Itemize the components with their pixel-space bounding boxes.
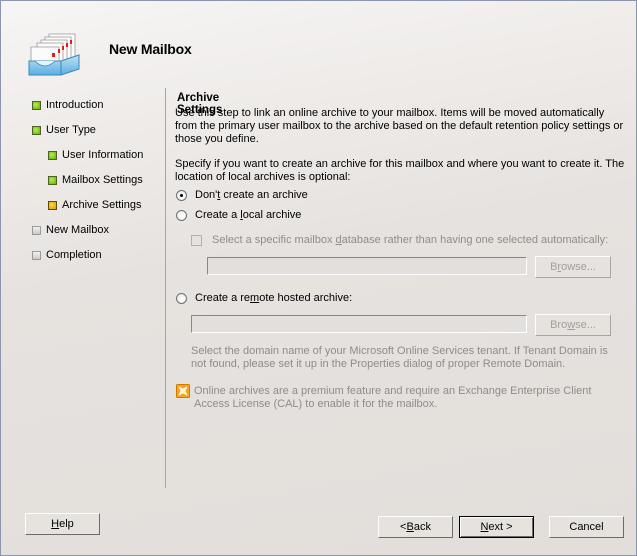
step-pending-icon (32, 225, 41, 235)
nav-step-label: User Type (46, 124, 96, 136)
specific-database-checkbox[interactable] (191, 234, 202, 246)
radio-label: Don't create an archive (195, 189, 308, 201)
help-button[interactable]: Help (25, 513, 100, 535)
radio-create-local-archive[interactable]: Create a local archive (176, 209, 301, 221)
nav-step-new-mailbox: New Mailbox (32, 223, 109, 237)
wizard-title: New Mailbox (109, 41, 192, 57)
radio-label: Create a remote hosted archive: (195, 292, 353, 304)
nav-step-label: Introduction (46, 99, 104, 111)
specify-text: Specify if you want to create an archive… (175, 158, 625, 183)
nav-step-completion: Completion (32, 248, 102, 262)
nav-step-user-information: User Information (48, 148, 143, 162)
remote-hint-text: Select the domain name of your Microsoft… (191, 345, 608, 370)
nav-step-mailbox-settings: Mailbox Settings (48, 173, 143, 187)
checkbox-label: Select a specific mailbox database rathe… (212, 234, 609, 246)
nav-step-archive-settings: Archive Settings (48, 198, 141, 212)
back-button[interactable]: < Back (378, 516, 453, 538)
exchange-info-icon (176, 384, 190, 398)
mailbox-stack-icon (28, 33, 80, 76)
nav-step-label: Completion (46, 249, 102, 261)
remote-domain-input[interactable] (191, 315, 527, 333)
remote-browse-button[interactable]: Bro w se... (535, 314, 611, 336)
step-pending-icon (32, 250, 41, 260)
cancel-button[interactable]: Cancel (549, 516, 624, 538)
radio-button-selected[interactable] (176, 189, 187, 201)
step-done-icon (48, 150, 57, 160)
radio-button[interactable] (176, 209, 187, 221)
nav-step-introduction: Introduction (32, 98, 103, 112)
intro-text: Use this step to link an online archive … (175, 107, 624, 145)
nav-divider (165, 88, 166, 488)
step-done-icon (48, 175, 57, 185)
nav-step-label: New Mailbox (46, 224, 109, 236)
radio-create-remote-archive[interactable]: Create a remote hosted archive: (176, 292, 352, 304)
nav-step-label: Archive Settings (62, 199, 142, 211)
specific-database-checkbox-row[interactable]: Select a specific mailbox database rathe… (191, 234, 608, 246)
step-done-icon (32, 100, 41, 110)
local-browse-button[interactable]: Br owse... (535, 256, 611, 278)
wizard-window: New Mailbox Introduction User Type User … (0, 0, 637, 556)
nav-step-label: User Information (62, 149, 144, 161)
nav-step-label: Mailbox Settings (62, 174, 143, 186)
step-current-icon (48, 200, 57, 210)
radio-label: Create a local archive (195, 209, 302, 221)
radio-dont-create-archive[interactable]: Don't create an archive (176, 189, 308, 201)
radio-button[interactable] (176, 292, 187, 304)
license-note-text: Online archives are a premium feature an… (194, 385, 592, 410)
next-button[interactable]: Next > (459, 516, 534, 538)
step-done-icon (32, 125, 41, 135)
local-database-input[interactable] (207, 257, 527, 275)
nav-step-user-type: User Type (32, 123, 96, 137)
